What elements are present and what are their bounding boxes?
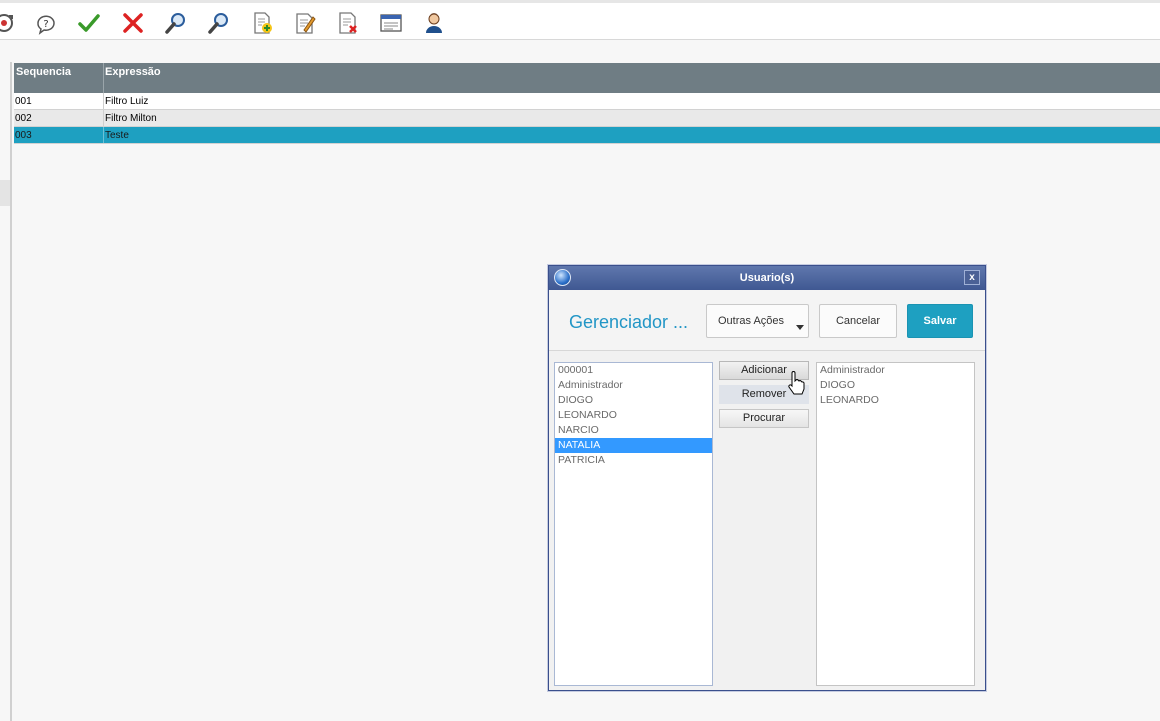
close-icon[interactable]: x: [964, 270, 980, 285]
selected-users-list[interactable]: Administrador DIOGO LEONARDO: [816, 362, 975, 686]
search-icon[interactable]: [162, 9, 190, 37]
list-item[interactable]: 000001: [555, 363, 712, 378]
cell-sequencia: 002: [15, 113, 32, 124]
cell-sequencia: 001: [15, 96, 32, 107]
list-item[interactable]: PATRICIA: [555, 453, 712, 468]
column-separator: [103, 93, 104, 109]
cell-sequencia: 003: [15, 130, 32, 141]
grid-header: Sequencia Expressão: [14, 63, 1160, 93]
list-item[interactable]: LEONARDO: [555, 408, 712, 423]
chevron-down-icon: [796, 325, 804, 330]
table-row[interactable]: 002 Filtro Milton: [14, 110, 1160, 127]
dialog-heading: Gerenciador ...: [569, 312, 689, 332]
available-users-list[interactable]: 000001 Administrador DIOGO LEONARDO NARC…: [554, 362, 713, 686]
list-item[interactable]: NARCIO: [555, 423, 712, 438]
outras-acoes-button[interactable]: Outras Ações: [706, 304, 809, 338]
search-button[interactable]: Procurar: [719, 409, 809, 428]
dialog-header: Gerenciador ... Outras Ações Cancelar Sa…: [549, 290, 985, 351]
refresh-icon[interactable]: [0, 9, 18, 37]
delete-document-icon[interactable]: [334, 9, 362, 37]
svg-text:?: ?: [43, 19, 48, 30]
list-item[interactable]: Administrador: [817, 363, 974, 378]
dialog-title: Usuario(s): [739, 272, 795, 284]
help-icon[interactable]: ?: [32, 9, 60, 37]
save-button[interactable]: Salvar: [907, 304, 973, 338]
confirm-check-icon[interactable]: [75, 9, 103, 37]
column-separator: [103, 127, 104, 143]
cancel-button[interactable]: Cancelar: [819, 304, 897, 338]
list-item[interactable]: DIOGO: [817, 378, 974, 393]
toolbar: ?: [0, 0, 1160, 40]
column-header-sequencia[interactable]: Sequencia: [16, 66, 71, 78]
table-row-selected[interactable]: 003 Teste: [14, 127, 1160, 144]
side-panel-tab[interactable]: [0, 180, 10, 206]
window-form-icon[interactable]: [377, 9, 405, 37]
add-document-icon[interactable]: [248, 9, 276, 37]
search-advanced-icon[interactable]: [205, 9, 233, 37]
cell-expressao: Filtro Luiz: [105, 96, 149, 107]
usuarios-dialog: Usuario(s) x Gerenciador ... Outras Açõe…: [548, 265, 986, 691]
cancel-x-icon[interactable]: [119, 9, 147, 37]
dialog-titlebar[interactable]: Usuario(s) x: [549, 266, 985, 290]
hand-cursor-icon: [788, 371, 805, 395]
cell-expressao: Teste: [105, 130, 129, 141]
outras-acoes-label: Outras Ações: [718, 315, 785, 327]
filter-grid: Sequencia Expressão 001 Filtro Luiz 002 …: [14, 63, 1160, 144]
list-item[interactable]: LEONARDO: [817, 393, 974, 408]
edit-document-icon[interactable]: [291, 9, 319, 37]
list-item-selected[interactable]: NATALIA: [555, 438, 712, 453]
column-separator: [103, 110, 104, 126]
cell-expressao: Filtro Milton: [105, 113, 157, 124]
table-row[interactable]: 001 Filtro Luiz: [14, 93, 1160, 110]
user-icon[interactable]: [420, 9, 448, 37]
column-header-expressao[interactable]: Expressão: [105, 66, 161, 78]
column-separator[interactable]: [103, 63, 104, 93]
divider: [10, 62, 12, 721]
list-item[interactable]: Administrador: [555, 378, 712, 393]
list-item[interactable]: DIOGO: [555, 393, 712, 408]
